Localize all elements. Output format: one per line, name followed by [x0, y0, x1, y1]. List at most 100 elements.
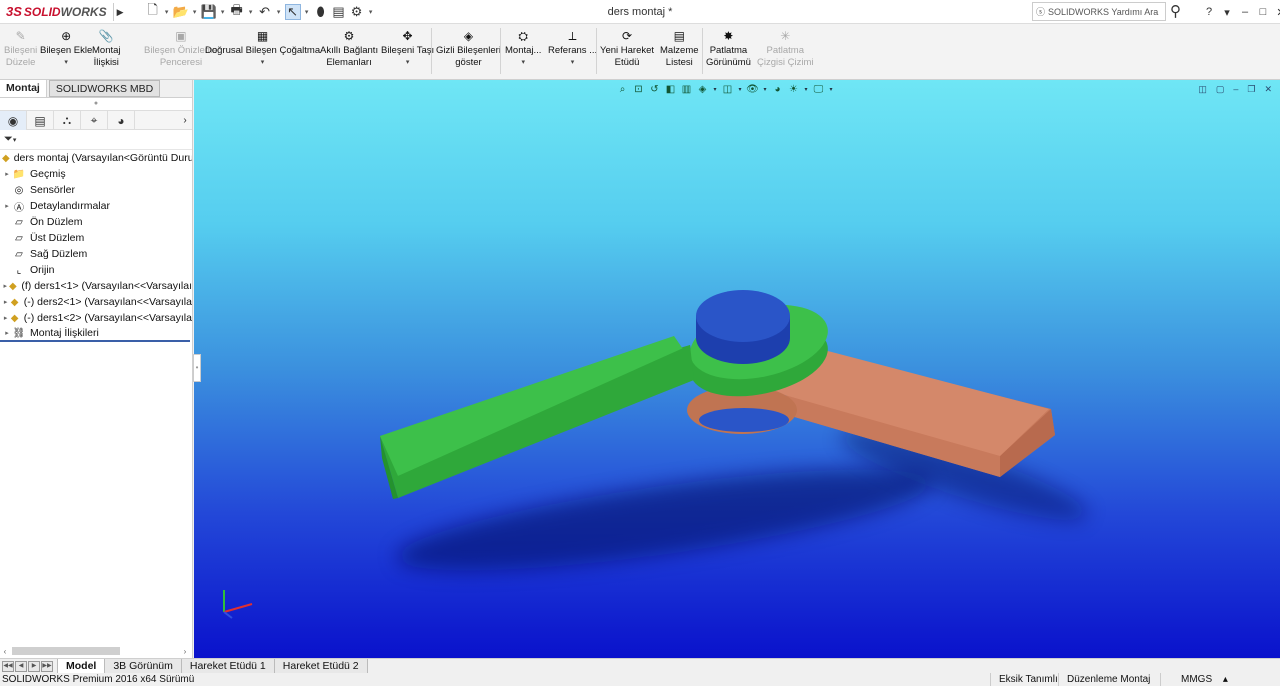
tree-item-part-ders1-2[interactable]: ▸ ◆ (-) ders1<2> (Varsayılan<<Varsayıla	[0, 310, 192, 326]
help-dropdown-icon[interactable]: ▾	[1218, 6, 1236, 19]
tree-filter[interactable]: ⏷ ▾	[0, 130, 192, 150]
help-search-input[interactable]: ⓢ SOLIDWORKS Yardımı Ara	[1032, 2, 1166, 21]
blue-pin-part[interactable]	[696, 290, 790, 364]
viewport-minimize-icon[interactable]: –	[1233, 84, 1238, 95]
dynamic-annotation-icon[interactable]: ▥	[680, 83, 693, 96]
more-tabs-chevron-icon[interactable]: ›	[178, 111, 192, 129]
property-manager-tab-icon[interactable]: ▤	[27, 111, 54, 130]
zoom-to-area-icon[interactable]: ⊡	[632, 83, 645, 96]
options-dropdown-icon[interactable]: ▾	[367, 8, 375, 16]
display-style-icon[interactable]: ◫	[721, 83, 734, 96]
tree-root-assembly[interactable]: ◆ ders montaj (Varsayılan<Görüntü Durur	[0, 150, 192, 166]
help-icon[interactable]: ?	[1200, 6, 1218, 18]
expand-arrow-icon[interactable]: ▸	[2, 170, 12, 178]
select-dropdown-icon[interactable]: ▾	[303, 8, 311, 16]
tab-montaj[interactable]: Montaj	[0, 80, 47, 97]
new-motion-study-button[interactable]: ⟳ Yeni Hareket Etüdü	[600, 28, 654, 69]
new-icon[interactable]: 🗋	[145, 2, 161, 20]
edit-appearance-icon[interactable]: ◕	[771, 83, 784, 96]
save-dropdown-icon[interactable]: ▾	[219, 8, 227, 16]
units-selector[interactable]: MMGS ▴	[1160, 673, 1228, 686]
select-icon[interactable]: ↖	[284, 3, 301, 20]
tree-item-part-ders2-1[interactable]: ▸ ◆ (-) ders2<1> (Varsayılan<<Varsayıla	[0, 294, 192, 310]
undo-icon[interactable]: ↶	[257, 4, 273, 20]
tree-horizontal-scrollbar[interactable]: ‹ ›	[0, 646, 190, 656]
configuration-manager-tab-icon[interactable]: ⛬	[54, 111, 81, 130]
insert-component-dropdown-icon[interactable]: ▾	[64, 57, 68, 69]
viewport-split-icon[interactable]: ◫	[1198, 84, 1207, 95]
open-icon[interactable]: 📂	[172, 4, 188, 20]
zoom-to-fit-icon[interactable]: ⌕	[616, 83, 629, 96]
scroll-thumb[interactable]	[12, 647, 120, 655]
open-dropdown-icon[interactable]: ▾	[191, 8, 199, 16]
view-orientation-dropdown-icon[interactable]: ▾	[712, 83, 718, 96]
scroll-left-icon[interactable]: ‹	[0, 647, 10, 656]
tab-3d-view[interactable]: 3B Görünüm	[104, 658, 182, 674]
reference-geometry-button[interactable]: ⟂ Referans ... ▾	[548, 28, 597, 69]
tree-item-annotations[interactable]: ▸ Ⓐ Detaylandırmalar	[0, 198, 192, 214]
tree-item-mates[interactable]: ▸ ⛓ Montaj İlişkileri	[0, 326, 190, 342]
next-tab-icon[interactable]: ▶	[28, 660, 40, 672]
show-hidden-components-button[interactable]: ◈ Gizli Bileşenleri göster	[436, 28, 501, 69]
print-dropdown-icon[interactable]: ▾	[247, 8, 255, 16]
viewport-tile-icon[interactable]: ▢	[1216, 84, 1225, 95]
search-icon[interactable]: ⚲	[1170, 2, 1181, 20]
exploded-view-button[interactable]: ✸ Patlatma Görünümü	[706, 28, 751, 69]
assembly-features-dropdown-icon[interactable]: ▾	[521, 57, 525, 69]
assembly-model[interactable]	[194, 80, 1280, 658]
mate-button[interactable]: 📎 Montaj İlişkisi	[92, 28, 121, 69]
rebuild-icon[interactable]: ⬮	[313, 4, 329, 20]
viewport-close-icon[interactable]: ✕	[1264, 84, 1272, 95]
bill-of-materials-button[interactable]: ▤ Malzeme Listesi	[660, 28, 699, 69]
tab-solidworks-mbd[interactable]: SOLIDWORKS MBD	[48, 80, 161, 97]
previous-view-icon[interactable]: ↺	[648, 83, 661, 96]
prev-tab-icon[interactable]: ◀	[15, 660, 27, 672]
reference-geometry-dropdown-icon[interactable]: ▾	[571, 57, 575, 69]
view-orientation-icon[interactable]: ◈	[696, 83, 709, 96]
file-properties-icon[interactable]: ▤	[331, 4, 347, 20]
undo-dropdown-icon[interactable]: ▾	[275, 8, 283, 16]
display-style-dropdown-icon[interactable]: ▾	[737, 83, 743, 96]
panel-splitter[interactable]: ●	[0, 98, 192, 110]
view-settings-dropdown-icon[interactable]: ▾	[828, 83, 834, 96]
apply-scene-dropdown-icon[interactable]: ▾	[803, 83, 809, 96]
tree-item-sensors[interactable]: ◎ Sensörler	[0, 182, 192, 198]
panel-collapse-handle[interactable]: •	[193, 354, 201, 382]
minimize-button[interactable]: –	[1236, 6, 1254, 18]
insert-component-button[interactable]: ⊕ Bileşen Ekle ▾	[40, 28, 92, 69]
tree-item-front-plane[interactable]: ▱ Ön Düzlem	[0, 214, 192, 230]
assembly-features-button[interactable]: ⛭ Montaj... ▾	[505, 28, 541, 69]
display-manager-tab-icon[interactable]: ◕	[108, 111, 135, 130]
solidworks-logo[interactable]: 3S SOLID WORKS	[0, 1, 113, 23]
hide-show-dropdown-icon[interactable]: ▾	[762, 83, 768, 96]
tree-item-right-plane[interactable]: ▱ Sağ Düzlem	[0, 246, 192, 262]
tab-model[interactable]: Model	[57, 658, 106, 674]
smart-fasteners-button[interactable]: ⚙ Akıllı Bağlantı Elemanları	[320, 28, 378, 69]
feature-manager-tab-icon[interactable]: ◉	[0, 111, 27, 130]
tree-item-part-ders1-1[interactable]: ▸ ◆ (f) ders1<1> (Varsayılan<<Varsayılaı	[0, 278, 192, 294]
expand-arrow-icon[interactable]: ▸	[2, 314, 9, 322]
first-tab-icon[interactable]: ◀◀	[2, 660, 14, 672]
expand-arrow-icon[interactable]: ▸	[2, 202, 12, 210]
last-tab-icon[interactable]: ▶▶	[41, 660, 53, 672]
move-component-button[interactable]: ✥ Bileşeni Taşı ▾	[381, 28, 434, 69]
save-icon[interactable]: 💾	[200, 4, 216, 20]
explode-line-sketch-button[interactable]: ✳ Patlatma Çizgisi Çizimi	[757, 28, 813, 69]
move-component-dropdown-icon[interactable]: ▾	[406, 57, 410, 69]
print-icon[interactable]: 🖶	[229, 2, 245, 20]
tab-motion-study-1[interactable]: Hareket Etüdü 1	[180, 658, 275, 674]
dimxpert-manager-tab-icon[interactable]: ⌖	[81, 111, 108, 130]
tree-item-history[interactable]: ▸ 📁 Geçmiş	[0, 166, 192, 182]
expand-arrow-icon[interactable]: ▸	[2, 329, 12, 337]
options-icon[interactable]: ⚙	[349, 4, 365, 20]
tab-motion-study-2[interactable]: Hareket Etüdü 2	[273, 658, 368, 674]
filter-dropdown-icon[interactable]: ▾	[13, 136, 17, 144]
close-button[interactable]: ✕	[1272, 6, 1280, 19]
viewport-restore-icon[interactable]: ❐	[1247, 84, 1255, 95]
graphics-area[interactable]: ⌕ ⊡ ↺ ◧ ▥ ◈ ▾ ◫ ▾ 👁 ▾ ◕ ☀ ▾ 🖵 ▾ ◫ ▢ – ❐ ✕	[194, 80, 1280, 658]
tree-item-top-plane[interactable]: ▱ Üst Düzlem	[0, 230, 192, 246]
view-settings-icon[interactable]: 🖵	[812, 83, 825, 96]
scroll-right-icon[interactable]: ›	[180, 647, 190, 656]
filter-icon[interactable]: ⏷	[4, 133, 13, 146]
linear-pattern-dropdown-icon[interactable]: ▾	[261, 57, 265, 69]
